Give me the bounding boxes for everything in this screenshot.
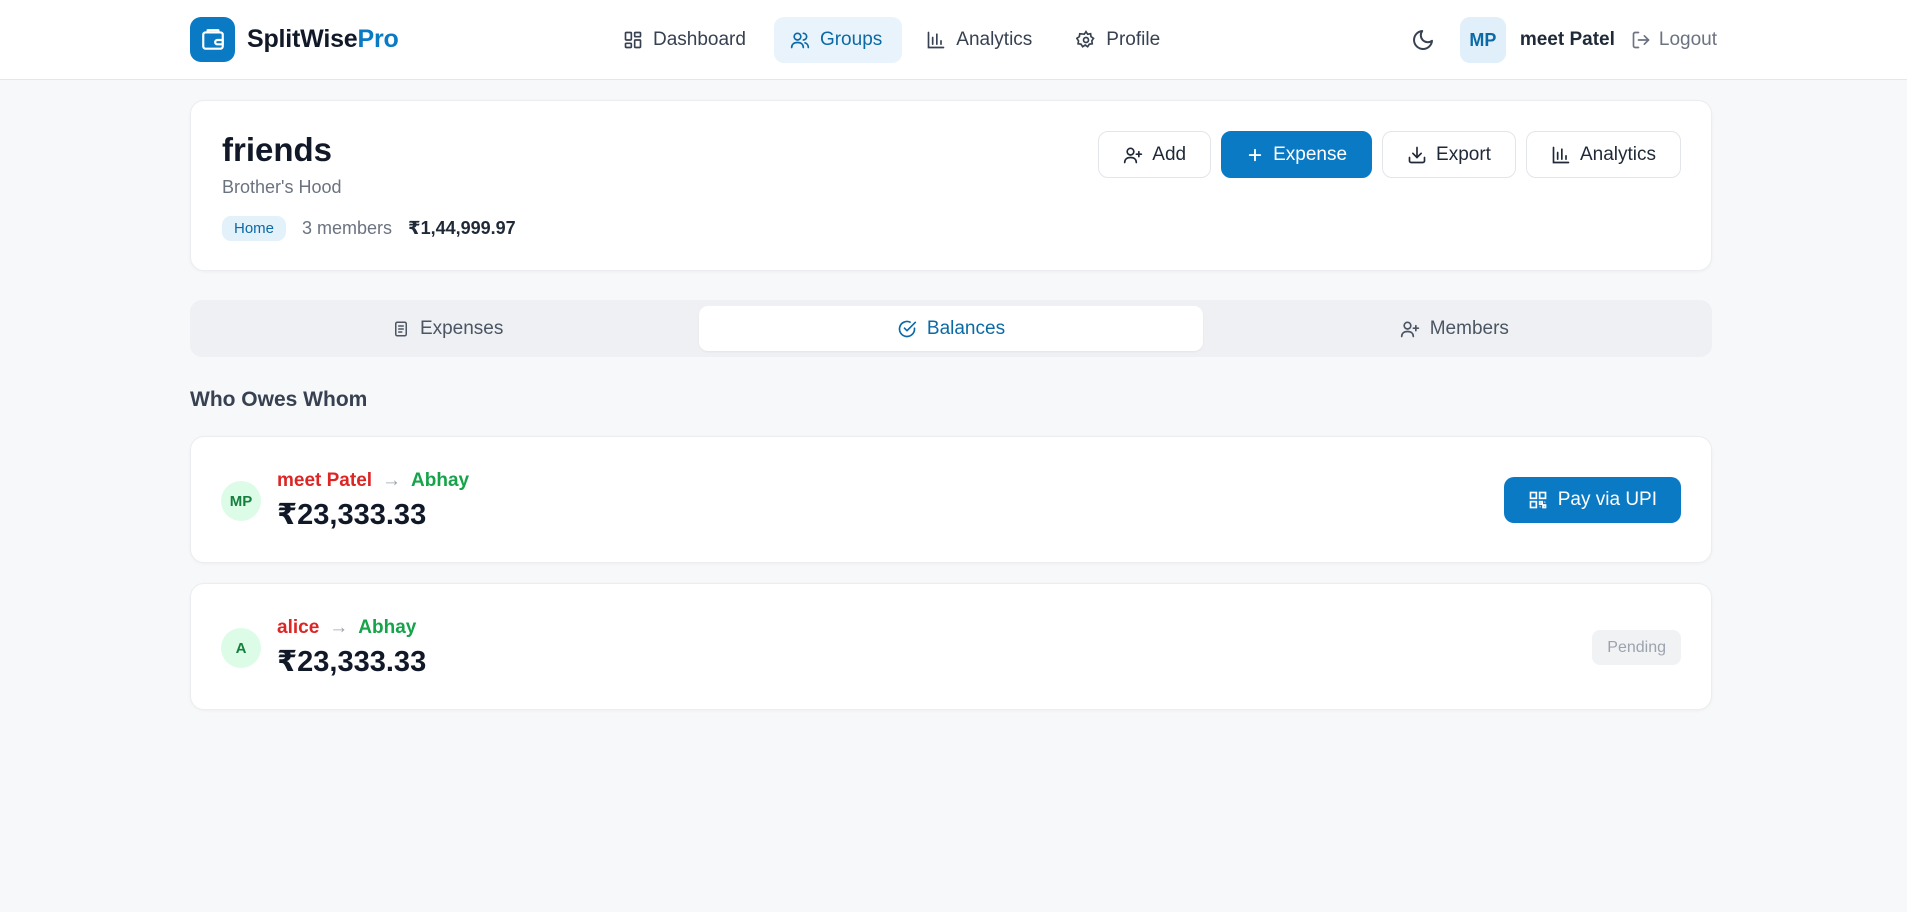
creditor-name: Abhay [411,470,470,491]
group-total: ₹1,44,999.97 [408,218,516,238]
pay-via-upi-button[interactable]: Pay via UPI [1503,477,1681,523]
arrow-icon: → [382,470,402,491]
debtor-name: alice [277,617,320,638]
group-meta: Home 3 members ₹1,44,999.97 [222,216,516,241]
tab-label: Expenses [419,317,504,339]
balance-parties: alice → Abhay [277,617,416,639]
nav-label: Dashboard [653,29,746,50]
group-tabs: Expenses Balances Members [190,300,1712,357]
tab-balances[interactable]: Balances [699,306,1203,351]
group-description: Brother's Hood [222,177,342,197]
user-plus-icon [1124,147,1143,163]
bar-chart-icon [927,31,945,49]
qr-code-icon [1529,491,1547,509]
user-area: MP meet Patel Logout [1400,17,1717,63]
nav-label: Analytics [956,29,1033,50]
user-avatar[interactable]: MP [1459,17,1506,63]
button-label: Add [1152,143,1187,165]
tab-members[interactable]: Members [1203,306,1706,351]
nav-item-analytics[interactable]: Analytics [910,17,1052,63]
nav-item-dashboard[interactable]: Dashboard [607,17,766,63]
user-plus-icon [1400,321,1419,337]
balance-amount: ₹23,333.33 [277,646,427,678]
section-title: Who Owes Whom [190,388,368,411]
users-icon [790,32,810,49]
button-label: Expense [1273,143,1348,165]
avatar: MP [221,481,261,521]
nav-label: Profile [1106,29,1161,50]
download-icon [1408,146,1426,163]
nav-item-profile[interactable]: Profile [1060,17,1180,63]
receipt-icon [394,321,407,336]
group-tag: Home [222,216,287,241]
creditor-name: Abhay [358,617,417,638]
check-circle-icon [898,320,917,337]
members-count: 3 members [302,218,393,238]
logout-button[interactable]: Logout [1631,29,1717,51]
brand[interactable]: SplitWisePro [190,17,399,62]
top-navbar: SplitWisePro Dashboard Groups Analytics … [0,0,1907,80]
logout-icon [1632,31,1650,49]
export-button[interactable]: Export [1382,131,1516,178]
avatar: A [221,628,261,668]
grid-icon [624,31,642,49]
balance-card: A alice → Abhay ₹23,333.33 Pending [190,583,1712,710]
main-nav: Dashboard Groups Analytics Profile [607,17,1180,63]
tab-label: Members [1429,317,1509,339]
group-analytics-button[interactable]: Analytics [1525,131,1681,178]
balance-amount: ₹23,333.33 [277,499,427,531]
nav-item-groups[interactable]: Groups [773,17,903,63]
logout-label: Logout [1658,29,1717,50]
group-title: friends [222,131,333,168]
gear-icon [1076,30,1095,48]
button-label: Analytics [1579,143,1656,165]
add-expense-button[interactable]: Expense [1221,131,1373,178]
balance-parties: meet Patel → Abhay [277,470,469,492]
tab-expenses[interactable]: Expenses [196,306,699,351]
debtor-name: meet Patel [277,470,373,491]
plus-icon [1248,148,1262,161]
arrow-icon: → [329,617,349,638]
user-name: meet Patel [1519,29,1615,50]
button-label: Pay via UPI [1557,489,1657,510]
add-member-button[interactable]: Add [1098,131,1212,178]
brand-name: SplitWisePro [247,25,399,53]
wallet-icon [190,17,235,62]
tab-label: Balances [926,317,1006,339]
group-actions: Add Expense Export Analytics [1098,131,1681,178]
status-badge: Pending [1592,630,1681,665]
group-header-card: friends Brother's Hood Home 3 members ₹1… [190,100,1712,271]
balance-card: MP meet Patel → Abhay ₹23,333.33 Pay via… [190,436,1712,563]
bar-chart-icon [1552,146,1570,163]
dark-mode-toggle[interactable] [1400,17,1446,63]
moon-icon [1412,30,1433,50]
nav-label: Groups [819,29,883,50]
button-label: Export [1436,143,1491,165]
